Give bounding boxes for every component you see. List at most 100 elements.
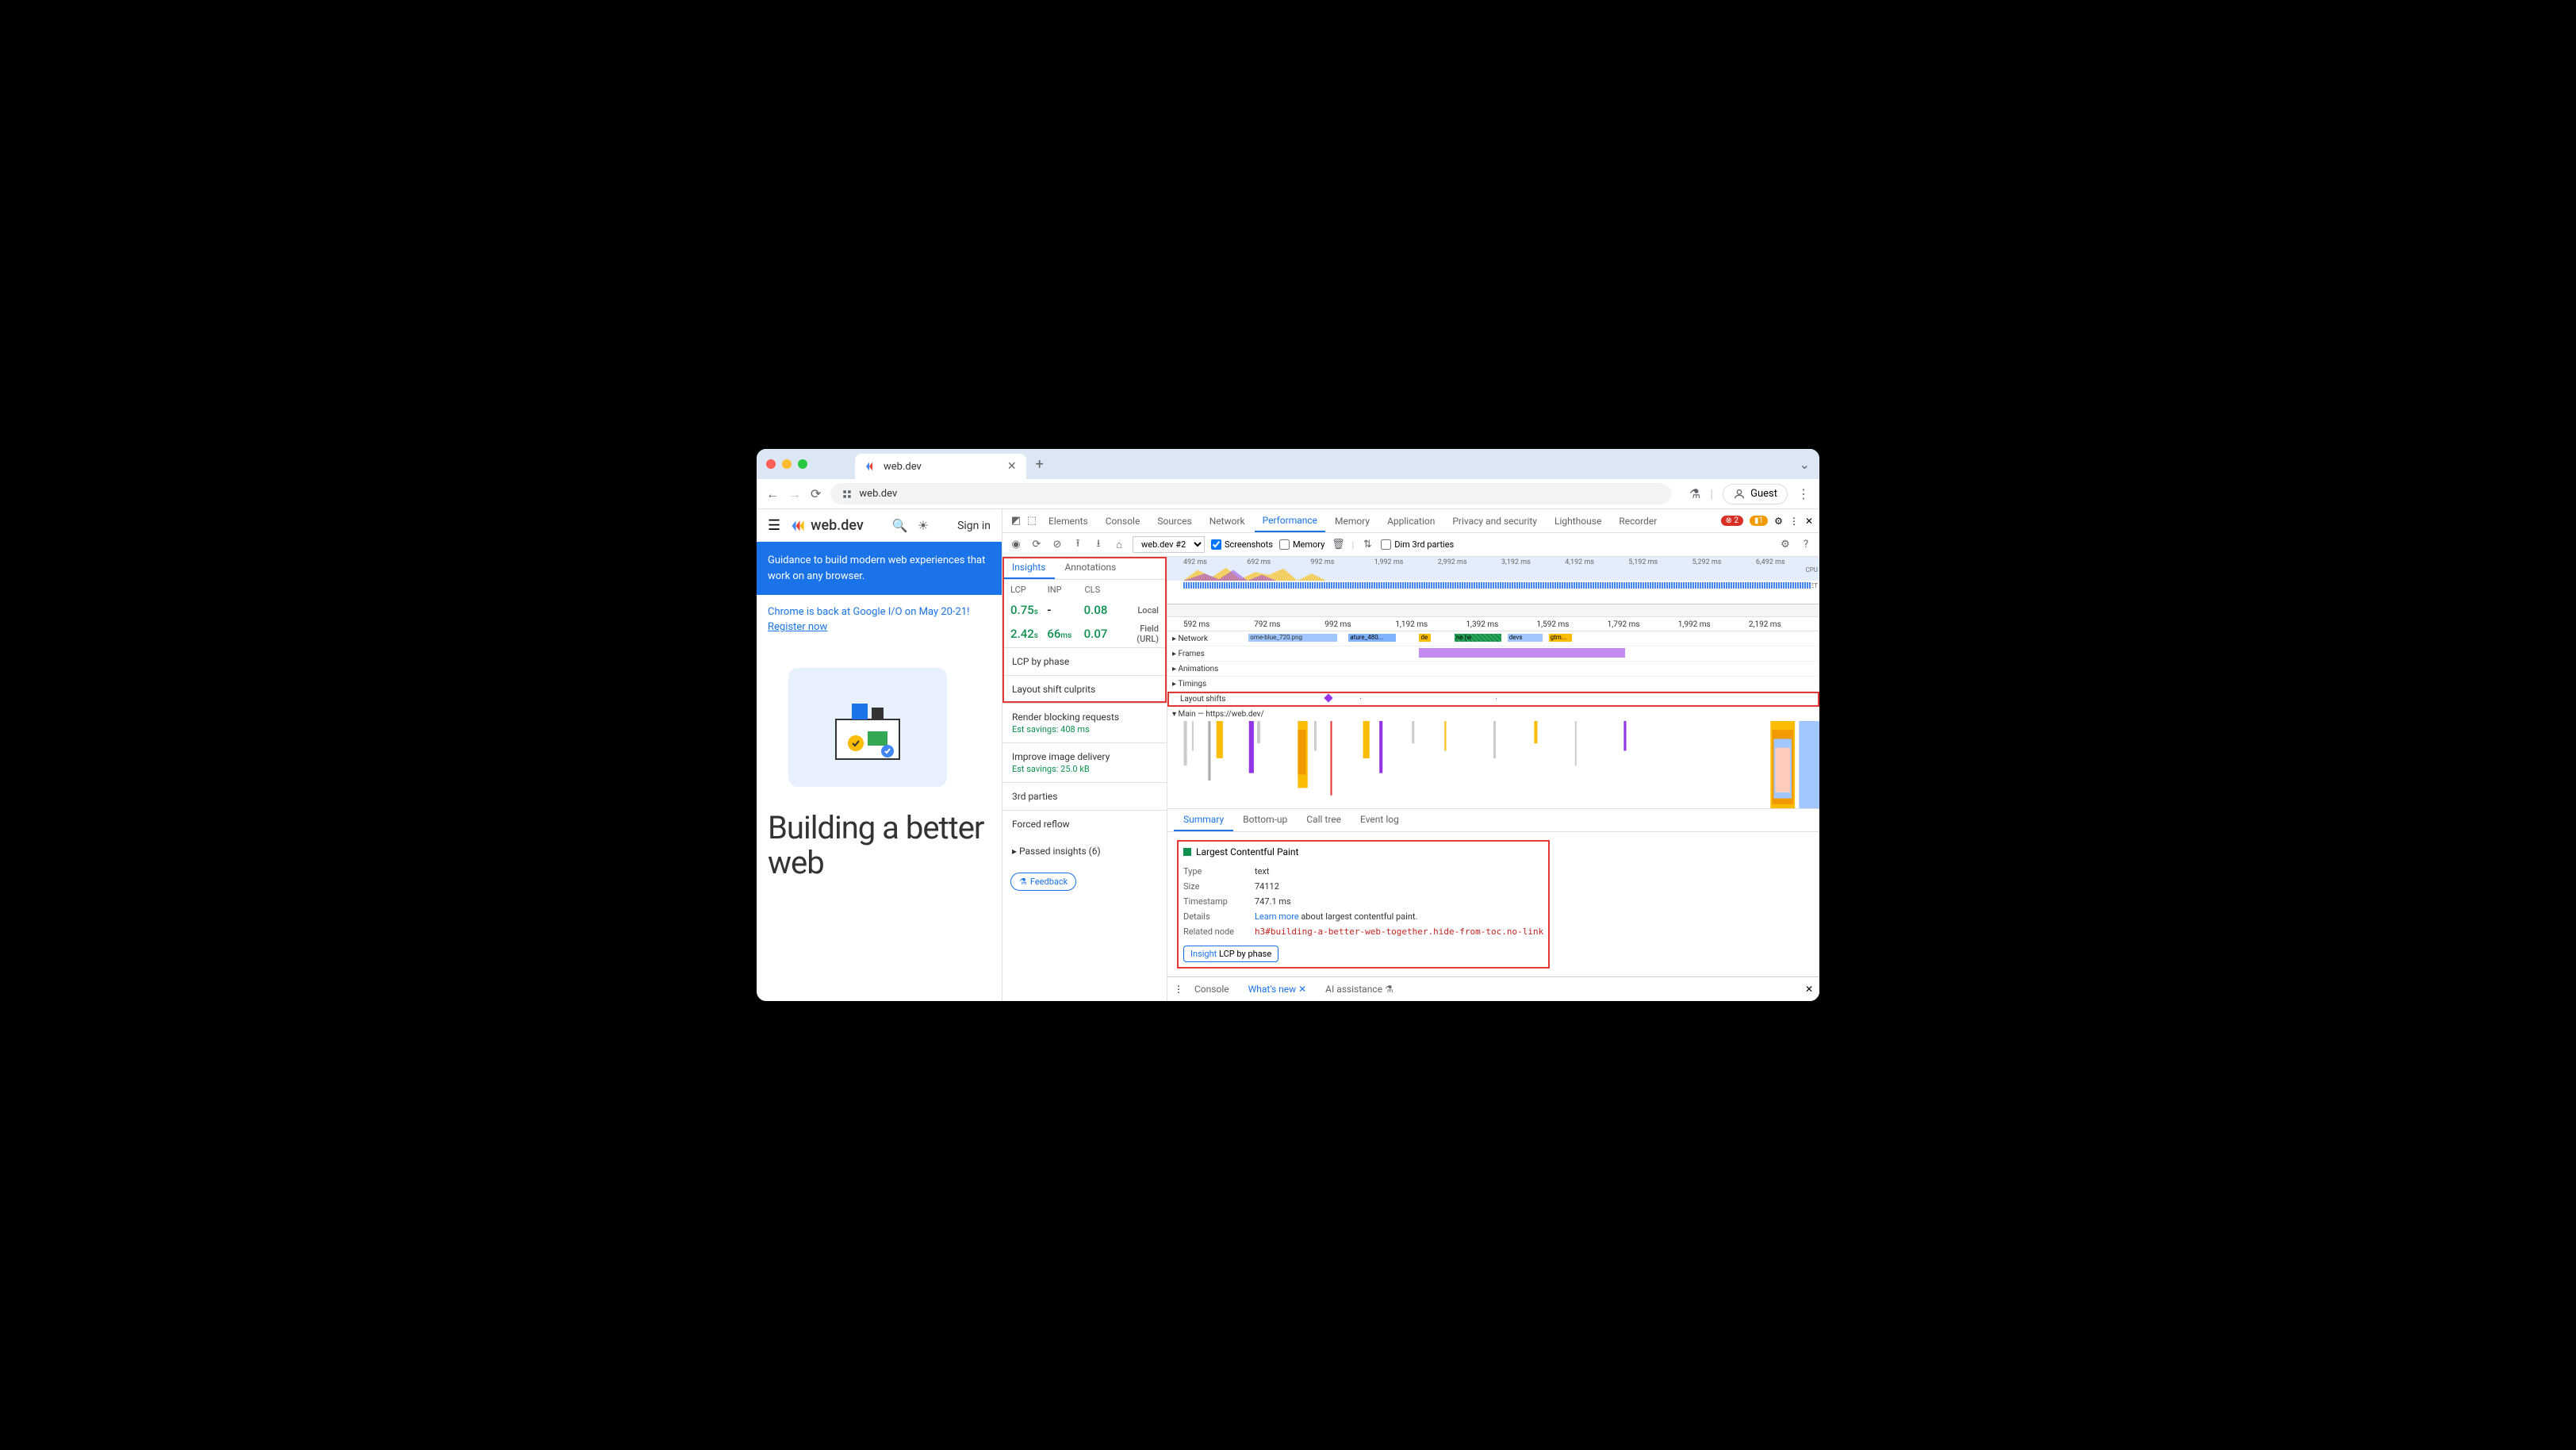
- insight-image-delivery[interactable]: Improve image delivery Est savings: 25.0…: [1002, 742, 1167, 782]
- layout-shift-marker[interactable]: [1324, 693, 1332, 702]
- metrics-header: LCP INP CLS: [1002, 580, 1167, 600]
- screenshots-checkbox[interactable]: Screenshots: [1211, 539, 1273, 550]
- drawer-tab-whatsnew[interactable]: What's new ✕: [1240, 980, 1315, 998]
- more-icon[interactable]: ⋮: [1789, 516, 1799, 527]
- minimize-window-button[interactable]: [782, 459, 792, 469]
- network-track[interactable]: ▸ Network ome-blue_720.png ature_480... …: [1167, 631, 1819, 646]
- browser-menu-icon[interactable]: ⋮: [1797, 486, 1810, 501]
- dim-3rd-checkbox[interactable]: Dim 3rd parties: [1381, 539, 1454, 550]
- main-flame-chart[interactable]: DCL P LCP 747.10 ms LCP - Local 2.42 s L…: [1167, 721, 1819, 808]
- help-icon[interactable]: ?: [1799, 538, 1813, 552]
- timeline-tracks[interactable]: ▸ Network ome-blue_720.png ature_480... …: [1167, 631, 1819, 808]
- inspect-icon[interactable]: ◩: [1009, 514, 1023, 528]
- screenshot-strip: [1167, 604, 1819, 617]
- performance-body: Insights Annotations LCP INP CLS 0.75s -…: [1002, 557, 1819, 1001]
- download-button[interactable]: ⭳: [1091, 538, 1106, 552]
- hamburger-icon[interactable]: ☰: [768, 517, 780, 534]
- details-tab-summary[interactable]: Summary: [1174, 809, 1233, 831]
- insights-tab-insights[interactable]: Insights: [1002, 557, 1055, 579]
- register-link[interactable]: Register now: [768, 621, 991, 633]
- signin-link[interactable]: Sign in: [957, 520, 991, 532]
- guest-button[interactable]: Guest: [1723, 484, 1788, 504]
- tab-elements[interactable]: Elements: [1041, 511, 1096, 531]
- search-icon[interactable]: 🔍: [892, 518, 908, 533]
- url-bar: ← → ⟳ web.dev ⚗ | Guest ⋮: [757, 479, 1819, 509]
- main-track-header[interactable]: ▾ Main — https://web.dev/: [1167, 707, 1819, 721]
- hero-illustration: [788, 668, 947, 787]
- io-banner: Chrome is back at Google I/O on May 20-2…: [757, 595, 1002, 644]
- details-tab-eventlog[interactable]: Event log: [1351, 809, 1409, 831]
- close-tab-button[interactable]: ✕: [1007, 460, 1017, 473]
- timings-track[interactable]: ▸ Timings: [1167, 677, 1819, 692]
- details-tab-calltree[interactable]: Call tree: [1297, 809, 1351, 831]
- clear-button[interactable]: ⊘: [1050, 538, 1064, 552]
- net-overview: [1183, 582, 1811, 589]
- webdev-logo-icon: [790, 518, 806, 534]
- layout-shifts-track[interactable]: Layout shifts: [1167, 692, 1819, 707]
- cls-label: CLS: [1085, 585, 1122, 595]
- timeline-overview[interactable]: 492 ms692 ms992 ms1,992 ms2,992 ms3,192 …: [1167, 557, 1819, 604]
- perf-settings-icon[interactable]: ⚙: [1778, 538, 1792, 552]
- drawer-menu-icon[interactable]: ⋮: [1174, 984, 1183, 995]
- theme-toggle-icon[interactable]: ☀: [918, 518, 929, 533]
- upload-button[interactable]: ⭱: [1071, 538, 1085, 552]
- insights-tab-annotations[interactable]: Annotations: [1055, 557, 1125, 579]
- guest-label: Guest: [1750, 488, 1777, 500]
- tab-network[interactable]: Network: [1202, 511, 1253, 531]
- animations-track[interactable]: ▸ Animations: [1167, 662, 1819, 677]
- memory-checkbox[interactable]: Memory: [1279, 539, 1324, 550]
- labs-icon[interactable]: ⚗: [1689, 486, 1700, 501]
- browser-window: web.dev ✕ + ⌄ ← → ⟳ web.dev ⚗ | Guest ⋮ …: [757, 449, 1819, 1001]
- details-tab-bottomup[interactable]: Bottom-up: [1233, 809, 1297, 831]
- passed-insights[interactable]: ▸ Passed insights (6): [1002, 838, 1167, 865]
- insight-render-blocking[interactable]: Render blocking requests Est savings: 40…: [1002, 703, 1167, 742]
- insight-lcp-phase[interactable]: LCP by phase: [1002, 647, 1167, 675]
- close-devtools-icon[interactable]: ✕: [1805, 516, 1813, 527]
- settings-perf-icon[interactable]: ⇅: [1360, 538, 1374, 552]
- io-text: Chrome is back at Google I/O on May 20-2…: [768, 606, 969, 618]
- tab-sources[interactable]: Sources: [1149, 511, 1199, 531]
- overview-ruler: 492 ms692 ms992 ms1,992 ms2,992 ms3,192 …: [1167, 557, 1819, 566]
- tab-memory[interactable]: Memory: [1327, 511, 1378, 531]
- insight-layout-shift[interactable]: Layout shift culprits: [1002, 675, 1167, 703]
- tab-performance[interactable]: Performance: [1255, 510, 1325, 532]
- insight-chip[interactable]: Insight LCP by phase: [1183, 946, 1278, 962]
- url-input[interactable]: web.dev: [830, 483, 1671, 504]
- tab-console[interactable]: Console: [1098, 511, 1148, 531]
- maximize-window-button[interactable]: [798, 459, 807, 469]
- drawer-tab-ai[interactable]: AI assistance ⚗: [1317, 980, 1401, 998]
- insight-forced-reflow[interactable]: Forced reflow: [1002, 810, 1167, 838]
- tab-recorder[interactable]: Recorder: [1611, 511, 1665, 531]
- record-button[interactable]: ◉: [1009, 538, 1023, 552]
- browser-tab[interactable]: web.dev ✕: [855, 454, 1026, 479]
- tab-lighthouse[interactable]: Lighthouse: [1547, 511, 1609, 531]
- home-button[interactable]: ⌂: [1112, 538, 1126, 552]
- reload-record-button[interactable]: ⟳: [1029, 538, 1044, 552]
- related-node[interactable]: h3#building-a-better-web-together.hide-f…: [1255, 926, 1543, 937]
- back-button[interactable]: ←: [766, 486, 779, 502]
- details-title: Largest Contentful Paint: [1183, 846, 1543, 857]
- gc-icon[interactable]: 🗑: [1331, 538, 1345, 552]
- drawer-close-icon[interactable]: ✕: [1805, 984, 1813, 995]
- tab-privacy[interactable]: Privacy and security: [1444, 511, 1545, 531]
- insight-3rd-parties[interactable]: 3rd parties: [1002, 782, 1167, 810]
- tab-application[interactable]: Application: [1379, 511, 1443, 531]
- reload-button[interactable]: ⟳: [811, 486, 821, 501]
- recording-select[interactable]: web.dev #2: [1133, 536, 1205, 553]
- tab-dropdown-button[interactable]: ⌄: [1800, 457, 1810, 472]
- warning-count[interactable]: ▮1: [1750, 516, 1768, 526]
- webdev-logo-text: web.dev: [811, 517, 864, 534]
- drawer-tab-console[interactable]: Console: [1186, 980, 1237, 998]
- error-count[interactable]: ⊗ 2: [1721, 516, 1743, 526]
- forward-button[interactable]: →: [788, 486, 801, 502]
- lcp-local: 0.75s: [1010, 603, 1047, 617]
- feedback-button[interactable]: ⚗ Feedback: [1010, 873, 1076, 891]
- frames-track[interactable]: ▸ Frames: [1167, 646, 1819, 662]
- close-window-button[interactable]: [766, 459, 776, 469]
- device-toggle-icon[interactable]: ⬚: [1025, 514, 1039, 528]
- metrics-field-row: 2.42s 66ms 0.07 Field (URL): [1002, 620, 1167, 647]
- webdev-logo[interactable]: web.dev: [790, 517, 864, 534]
- new-tab-button[interactable]: +: [1036, 456, 1044, 473]
- settings-icon[interactable]: ⚙: [1774, 516, 1783, 527]
- learn-more-link[interactable]: Learn more: [1255, 911, 1299, 922]
